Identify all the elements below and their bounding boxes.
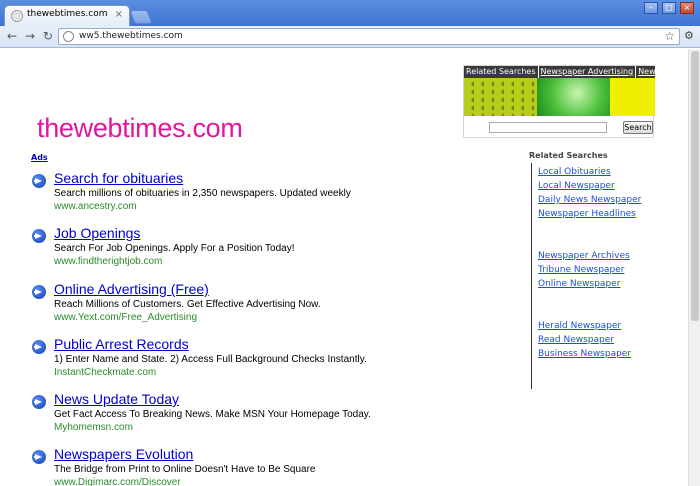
- search-input[interactable]: [489, 122, 607, 133]
- related-search-link[interactable]: Newspaper Headlines: [538, 209, 636, 219]
- page-viewport: thewebtimes.com Related Searches Newspape…: [0, 49, 700, 486]
- related-search-link[interactable]: Read Newspaper: [538, 335, 614, 345]
- ad-url[interactable]: InstantCheckmate.com: [54, 367, 156, 378]
- arrow-icon[interactable]: [32, 285, 46, 299]
- related-search-link[interactable]: Newspaper Archives: [538, 251, 630, 261]
- related-box: Related Searches Newspaper Advertising New…: [463, 65, 700, 138]
- back-icon[interactable]: ←: [4, 28, 20, 44]
- arrow-icon[interactable]: [32, 340, 46, 354]
- related-search-link[interactable]: Local Obituaries: [538, 167, 611, 177]
- ad-item: Search for obituaries Search millions of…: [32, 170, 452, 219]
- ad-title[interactable]: Newspapers Evolution: [54, 446, 193, 462]
- related-searches-heading: Related Searches: [529, 151, 608, 160]
- url-text: ww5.thewebtimes.com: [79, 31, 183, 41]
- related-search-link[interactable]: Herald Newspaper: [538, 321, 621, 331]
- ads-label[interactable]: Ads: [31, 153, 48, 162]
- ad-url[interactable]: www.Digimarc.com/Discover: [54, 477, 181, 486]
- arrow-icon[interactable]: [32, 395, 46, 409]
- new-tab-button[interactable]: [129, 10, 153, 24]
- ad-title[interactable]: News Update Today: [54, 391, 179, 407]
- ad-title[interactable]: Online Advertising (Free): [54, 281, 209, 297]
- ad-description: 1) Enter Name and State. 2) Access Full …: [54, 354, 367, 365]
- ad-item: Job Openings Search For Job Openings. Ap…: [32, 225, 452, 274]
- close-window-button[interactable]: ×: [680, 2, 694, 14]
- minimize-button[interactable]: –: [644, 2, 658, 14]
- wrench-icon[interactable]: ⚙: [684, 29, 694, 42]
- star-icon[interactable]: ☆: [664, 29, 675, 43]
- ad-url[interactable]: www.ancestry.com: [54, 201, 137, 212]
- ad-url[interactable]: Myhomemsn.com: [54, 422, 133, 433]
- ad-description: Reach Millions of Customers. Get Effecti…: [54, 299, 321, 310]
- scrollbar[interactable]: [688, 49, 700, 486]
- ad-description: Search For Job Openings. Apply For a Pos…: [54, 243, 295, 254]
- ad-description: The Bridge from Print to Online Doesn't …: [54, 464, 316, 475]
- related-box-link[interactable]: Newspaper Advertising: [539, 66, 636, 78]
- related-box-links: Related Searches Newspaper Advertising New…: [464, 66, 700, 78]
- scroll-thumb[interactable]: [691, 51, 699, 321]
- ad-description: Search millions of obituaries in 2,350 n…: [54, 188, 351, 199]
- browser-tab[interactable]: ◌ thewebtimes.com ×: [4, 5, 130, 27]
- related-search-link[interactable]: Daily News Newspaper: [538, 195, 641, 205]
- related-box-heading: Related Searches: [466, 67, 536, 76]
- related-image[interactable]: [464, 78, 537, 116]
- site-logo[interactable]: thewebtimes.com: [37, 113, 243, 144]
- tab-close-icon[interactable]: ×: [115, 9, 123, 20]
- related-image[interactable]: [537, 78, 610, 116]
- reload-icon[interactable]: ↻: [40, 28, 56, 44]
- related-search-link[interactable]: Business Newspaper: [538, 349, 631, 359]
- forward-icon[interactable]: →: [22, 28, 38, 44]
- ad-item: Public Arrest Records 1) Enter Name and …: [32, 336, 452, 385]
- maximize-button[interactable]: □: [662, 2, 676, 14]
- related-image[interactable]: [610, 78, 655, 116]
- ad-item: Online Advertising (Free) Reach Millions…: [32, 281, 452, 330]
- browser-toolbar: ← → ↻ ww5.thewebtimes.com ☆ ⚙: [0, 26, 700, 48]
- page-icon: [63, 31, 74, 42]
- ad-item: News Update Today Get Fact Access To Bre…: [32, 391, 452, 440]
- ad-title[interactable]: Search for obituaries: [54, 170, 183, 186]
- related-search-link[interactable]: Local Newspaper: [538, 181, 615, 191]
- ad-url[interactable]: www.findtherightjob.com: [54, 256, 162, 267]
- ad-title[interactable]: Public Arrest Records: [54, 336, 189, 352]
- divider: [531, 163, 532, 389]
- search-button[interactable]: Search: [623, 121, 653, 134]
- address-bar[interactable]: ww5.thewebtimes.com ☆: [58, 28, 680, 45]
- arrow-icon[interactable]: [32, 229, 46, 243]
- ad-url[interactable]: www.Yext.com/Free_Advertising: [54, 312, 197, 323]
- arrow-icon[interactable]: [32, 174, 46, 188]
- globe-icon: ◌: [11, 10, 23, 22]
- ad-title[interactable]: Job Openings: [54, 225, 140, 241]
- related-search-link[interactable]: Tribune Newspaper: [538, 265, 624, 275]
- related-search-link[interactable]: Online Newspaper: [538, 279, 620, 289]
- tab-title: thewebtimes.com: [27, 9, 108, 19]
- arrow-icon[interactable]: [32, 450, 46, 464]
- ad-item: Newspapers Evolution The Bridge from Pri…: [32, 446, 452, 486]
- ad-description: Get Fact Access To Breaking News. Make M…: [54, 409, 371, 420]
- title-bar: ◌ thewebtimes.com × – □ ×: [0, 0, 700, 27]
